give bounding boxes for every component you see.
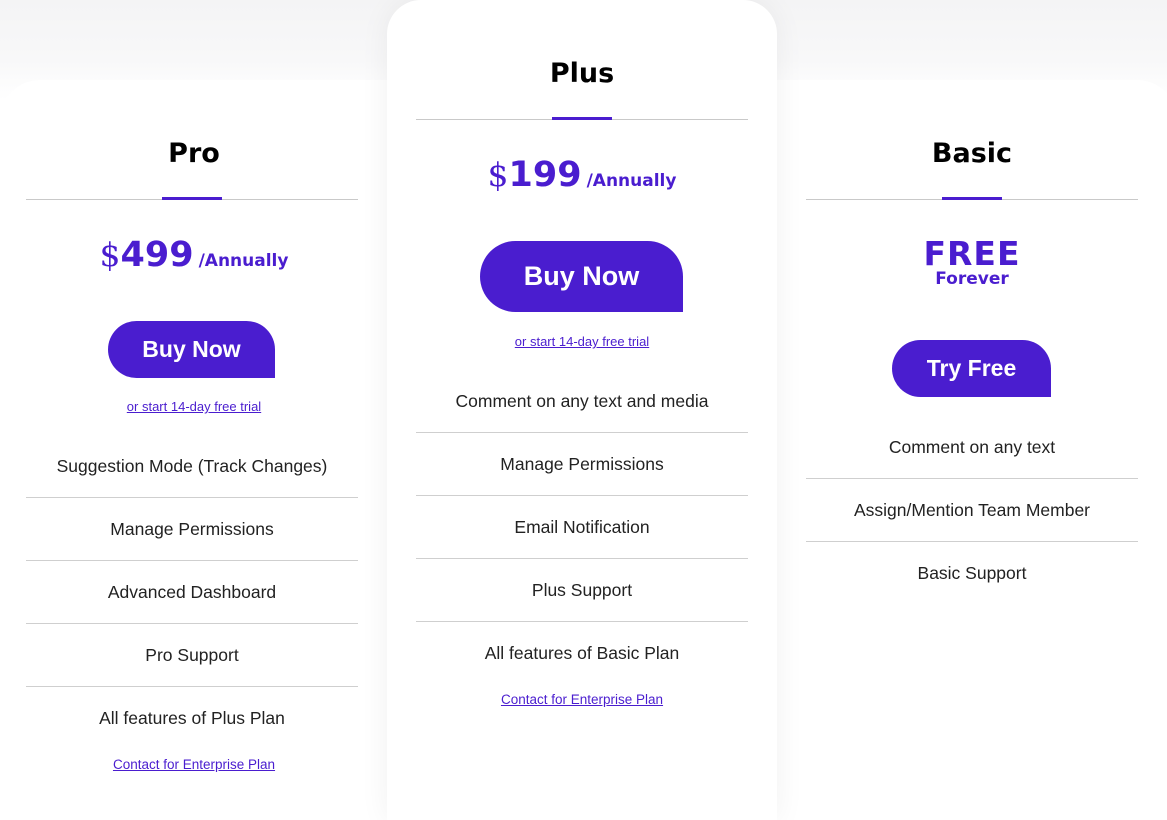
title-accent-bar bbox=[552, 117, 612, 120]
price-free-label: FREE bbox=[923, 234, 1021, 273]
feature-item: Comment on any text and media bbox=[416, 370, 748, 433]
feature-item: Comment on any text bbox=[806, 416, 1138, 479]
plan-title: Pro bbox=[168, 138, 220, 169]
pricing-card-basic: Basic FREE Forever Try Free Comment on a… bbox=[777, 80, 1167, 820]
buy-now-button[interactable]: Buy Now bbox=[480, 241, 683, 312]
feature-item: Assign/Mention Team Member bbox=[806, 479, 1138, 542]
feature-item: Email Notification bbox=[416, 496, 748, 559]
buy-now-button[interactable]: Buy Now bbox=[108, 321, 275, 378]
price-period: /Annually bbox=[198, 251, 289, 271]
pricing-card-pro: Pro $ 499 /Annually Buy Now or start 14-… bbox=[0, 80, 388, 820]
feature-item: All features of Basic Plan bbox=[484, 643, 680, 663]
feature-item: Pro Support bbox=[26, 624, 358, 687]
feature-item: Basic Support bbox=[917, 563, 1027, 583]
currency-symbol: $ bbox=[487, 155, 509, 194]
price-amount: 499 bbox=[120, 235, 194, 275]
try-free-button[interactable]: Try Free bbox=[892, 340, 1051, 397]
feature-item: Plus Support bbox=[416, 559, 748, 622]
price-amount: 199 bbox=[508, 155, 582, 195]
price: $ 499 /Annually bbox=[0, 238, 388, 273]
price-free-sub: Forever bbox=[935, 269, 1009, 289]
feature-item: Suggestion Mode (Track Changes) bbox=[26, 435, 358, 498]
price-period: /Annually bbox=[586, 171, 677, 191]
feature-list: Comment on any text and media Manage Per… bbox=[416, 370, 748, 685]
free-trial-link[interactable]: or start 14-day free trial bbox=[0, 400, 388, 413]
feature-list: Suggestion Mode (Track Changes) Manage P… bbox=[26, 435, 358, 750]
pricing-card-plus: Plus $ 199 /Annually Buy Now or start 14… bbox=[387, 0, 777, 820]
enterprise-contact-link[interactable]: Contact for Enterprise Plan bbox=[387, 693, 777, 707]
free-trial-link[interactable]: or start 14-day free trial bbox=[387, 335, 777, 348]
feature-item: Manage Permissions bbox=[26, 498, 358, 561]
feature-item: All features of Plus Plan bbox=[99, 708, 285, 728]
feature-item: Manage Permissions bbox=[416, 433, 748, 496]
price: $ 199 /Annually bbox=[387, 158, 777, 193]
feature-list: Comment on any text Assign/Mention Team … bbox=[806, 416, 1138, 605]
plan-title: Plus bbox=[549, 58, 615, 89]
enterprise-contact-link[interactable]: Contact for Enterprise Plan bbox=[0, 758, 388, 772]
title-accent-bar bbox=[162, 197, 222, 200]
title-accent-bar bbox=[942, 197, 1002, 200]
feature-item: Advanced Dashboard bbox=[26, 561, 358, 624]
currency-symbol: $ bbox=[99, 235, 121, 274]
plan-title: Basic bbox=[931, 138, 1013, 169]
